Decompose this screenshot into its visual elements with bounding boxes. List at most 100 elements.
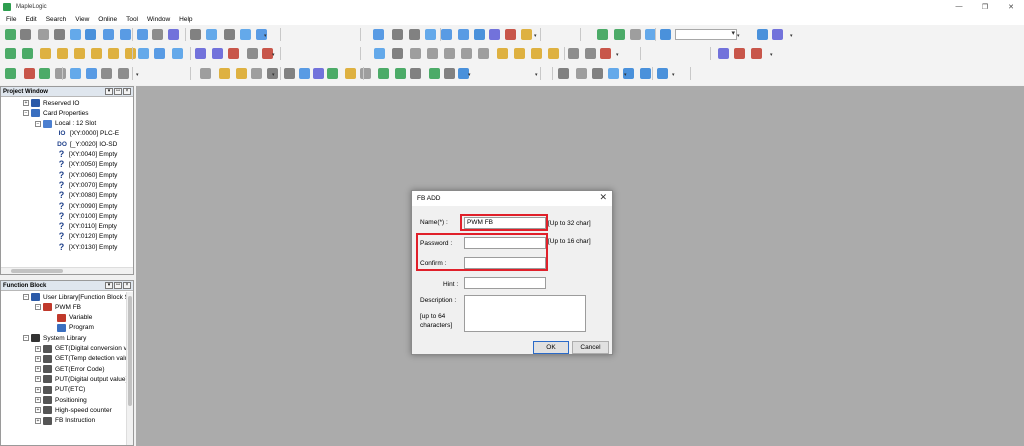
toolbar-button-icon[interactable] (521, 29, 532, 40)
toolbar-button-icon[interactable] (410, 48, 421, 59)
tree-item[interactable]: − PWM FB (35, 302, 81, 312)
toolbar-button-icon[interactable] (57, 48, 68, 59)
toolbar-button-icon[interactable] (137, 29, 148, 40)
toolbar-button-icon[interactable] (531, 48, 542, 59)
toolbar-button-icon[interactable] (392, 29, 403, 40)
cancel-button[interactable]: Cancel (572, 341, 609, 354)
toolbar-dropdown-arrow[interactable]: ▾ (468, 72, 471, 78)
toolbar-button-icon[interactable] (378, 68, 389, 79)
toolbar-button-icon[interactable] (206, 29, 217, 40)
menu-file[interactable]: File (6, 16, 16, 23)
toolbar-button-icon[interactable] (219, 68, 230, 79)
dialog-close-icon[interactable]: ✕ (599, 192, 607, 203)
toolbar-button-icon[interactable] (441, 29, 452, 40)
panel-pin-button[interactable]: ꟷ (114, 88, 122, 95)
tree-item[interactable]: − User Library[Function Block Sa (23, 292, 133, 302)
toolbar-button-icon[interactable] (74, 48, 85, 59)
toolbar-dropdown-arrow[interactable]: ▾ (790, 33, 793, 39)
tree-item[interactable]: Variable (49, 313, 92, 323)
toolbar-dropdown-arrow[interactable]: ▾ (672, 72, 675, 78)
hint-input[interactable] (464, 277, 546, 289)
tree-item[interactable]: + High-speed counter (35, 405, 112, 415)
toolbar-button-icon[interactable] (374, 48, 385, 59)
toolbar-button-icon[interactable] (200, 68, 211, 79)
menu-search[interactable]: Search (46, 16, 67, 23)
toolbar-button-icon[interactable] (592, 68, 603, 79)
expand-icon[interactable]: + (35, 366, 41, 373)
tree-item[interactable]: − Card Properties (23, 108, 89, 118)
ok-button[interactable]: OK (533, 341, 569, 354)
panel-close-button[interactable]: × (123, 282, 131, 289)
scroll-thumb[interactable] (128, 296, 132, 406)
minimize-button[interactable]: — (946, 0, 972, 13)
toolbar-button-icon[interactable] (172, 48, 183, 59)
tree-item[interactable]: Program (49, 323, 94, 333)
toolbar-button-icon[interactable] (101, 68, 112, 79)
toolbar-button-icon[interactable] (38, 29, 49, 40)
toolbar-button-icon[interactable] (505, 29, 516, 40)
toolbar-combo-box[interactable] (675, 29, 737, 40)
toolbar-dropdown-arrow[interactable]: ▾ (624, 72, 627, 78)
tree-item[interactable]: − System Library (23, 333, 86, 343)
toolbar-button-icon[interactable] (120, 29, 131, 40)
toolbar-button-icon[interactable] (168, 29, 179, 40)
toolbar-button-icon[interactable] (751, 48, 762, 59)
toolbar-button-icon[interactable] (20, 29, 31, 40)
toolbar-button-icon[interactable] (313, 68, 324, 79)
toolbar-button-icon[interactable] (576, 68, 587, 79)
toolbar-button-icon[interactable] (86, 68, 97, 79)
tree-item[interactable]: + PUT(Digital output value) (35, 374, 128, 384)
toolbar-button-icon[interactable] (640, 68, 651, 79)
toolbar-button-icon[interactable] (125, 48, 136, 59)
toolbar-button-icon[interactable] (392, 48, 403, 59)
toolbar-button-icon[interactable] (373, 29, 384, 40)
tree-item[interactable]: ? [XY:0120] Empty (49, 232, 118, 242)
toolbar-button-icon[interactable] (55, 68, 66, 79)
toolbar-button-icon[interactable] (40, 48, 51, 59)
toolbar-button-icon[interactable] (240, 29, 251, 40)
toolbar-dropdown-arrow[interactable]: ▾ (535, 72, 538, 78)
toolbar-button-icon[interactable] (461, 48, 472, 59)
toolbar-button-icon[interactable] (458, 29, 469, 40)
menu-edit[interactable]: Edit (25, 16, 36, 23)
collapse-icon[interactable]: − (23, 294, 29, 300)
expand-icon[interactable]: + (35, 397, 41, 403)
tree-item[interactable]: ? [XY:0100] Empty (49, 211, 118, 221)
toolbar-button-icon[interactable] (630, 29, 641, 40)
toolbar-button-icon[interactable] (597, 29, 608, 40)
tree-item[interactable]: ? [XY:0050] Empty (49, 160, 118, 170)
toolbar-button-icon[interactable] (224, 29, 235, 40)
toolbar-button-icon[interactable] (5, 48, 16, 59)
toolbar-button-icon[interactable] (395, 68, 406, 79)
toolbar-button-icon[interactable] (5, 29, 16, 40)
tree-item[interactable]: ? [XY:0070] Empty (49, 180, 118, 190)
menu-window[interactable]: Window (147, 16, 170, 23)
tree-item[interactable]: ? [XY:0060] Empty (49, 170, 118, 180)
collapse-icon[interactable]: − (23, 335, 29, 342)
collapse-icon[interactable]: − (35, 304, 41, 311)
toolbar-button-icon[interactable] (327, 68, 338, 79)
menu-online[interactable]: Online (98, 16, 117, 23)
toolbar-button-icon[interactable] (734, 48, 745, 59)
expand-icon[interactable]: + (35, 376, 41, 383)
toolbar-button-icon[interactable] (118, 68, 129, 79)
toolbar-button-icon[interactable] (614, 29, 625, 40)
panel-menu-button[interactable]: ▾ (105, 88, 113, 95)
toolbar-button-icon[interactable] (284, 68, 295, 79)
collapse-icon[interactable]: − (35, 120, 41, 127)
close-window-button[interactable]: ✕ (998, 0, 1024, 13)
toolbar-dropdown-arrow[interactable]: ▾ (272, 72, 275, 78)
menu-help[interactable]: Help (179, 16, 192, 23)
toolbar-dropdown-arrow[interactable]: ▾ (534, 33, 537, 39)
toolbar-button-icon[interactable] (444, 48, 455, 59)
toolbar-button-icon[interactable] (425, 29, 436, 40)
tree-item[interactable]: + GET(Digital conversion valu (35, 344, 133, 354)
tree-item[interactable]: IO [XY:0000] PLC-E (49, 129, 120, 139)
toolbar-button-icon[interactable] (39, 68, 50, 79)
expand-icon[interactable]: + (23, 100, 29, 106)
toolbar-button-icon[interactable] (489, 29, 500, 40)
expand-icon[interactable]: + (35, 386, 41, 393)
toolbar-button-icon[interactable] (138, 48, 149, 59)
tree-item[interactable]: + FB Instruction (35, 416, 95, 426)
toolbar-button-icon[interactable] (657, 68, 668, 79)
